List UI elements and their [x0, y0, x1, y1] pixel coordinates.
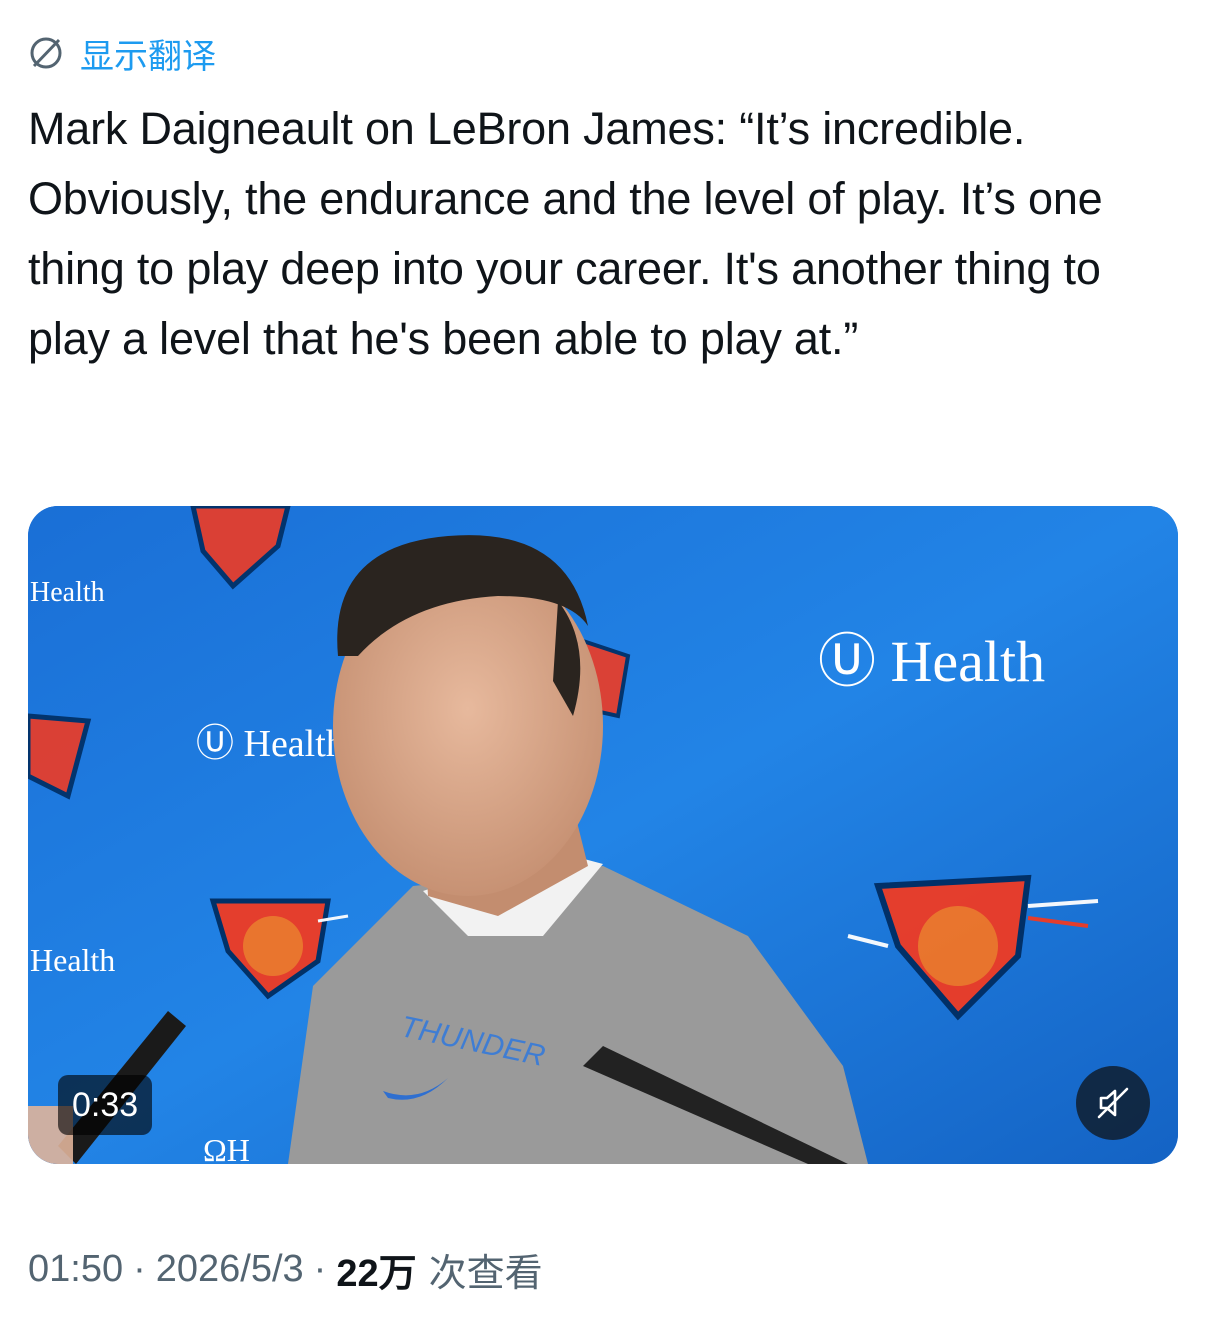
video-frame: Ⓤ Health Ⓤ Health Health Health ΩH THUND… [28, 506, 1178, 1164]
show-translation-link[interactable]: 显示翻译 [26, 30, 216, 76]
tweet-meta: 01:50 · 2026/5/3 · 22万 次查看 [28, 1242, 543, 1297]
globe-icon [26, 33, 66, 73]
show-translation-label: 显示翻译 [80, 37, 216, 76]
meta-separator: · [313, 1248, 327, 1290]
tweet-time[interactable]: 01:50 [28, 1248, 123, 1291]
svg-text:ΩH: ΩH [203, 1132, 250, 1164]
video-player[interactable]: Ⓤ Health Ⓤ Health Health Health ΩH THUND… [28, 506, 1178, 1164]
meta-separator: · [133, 1248, 146, 1290]
view-count: 22万 [336, 1253, 417, 1295]
svg-text:Health: Health [30, 577, 105, 608]
video-duration-badge: 0:33 [58, 1075, 153, 1135]
speaker-muted-icon [1097, 1087, 1129, 1119]
tweet-date[interactable]: 2026/5/3 [156, 1248, 304, 1291]
svg-text:Ⓤ Health: Ⓤ Health [196, 723, 345, 765]
backdrop-health-text: Ⓤ Health [818, 629, 1045, 694]
mute-button[interactable] [1076, 1066, 1150, 1140]
svg-text:Health: Health [30, 942, 115, 978]
view-count-label: 次查看 [428, 1253, 543, 1295]
tweet-text: Mark Daigneault on LeBron James: “It’s i… [28, 103, 1103, 364]
